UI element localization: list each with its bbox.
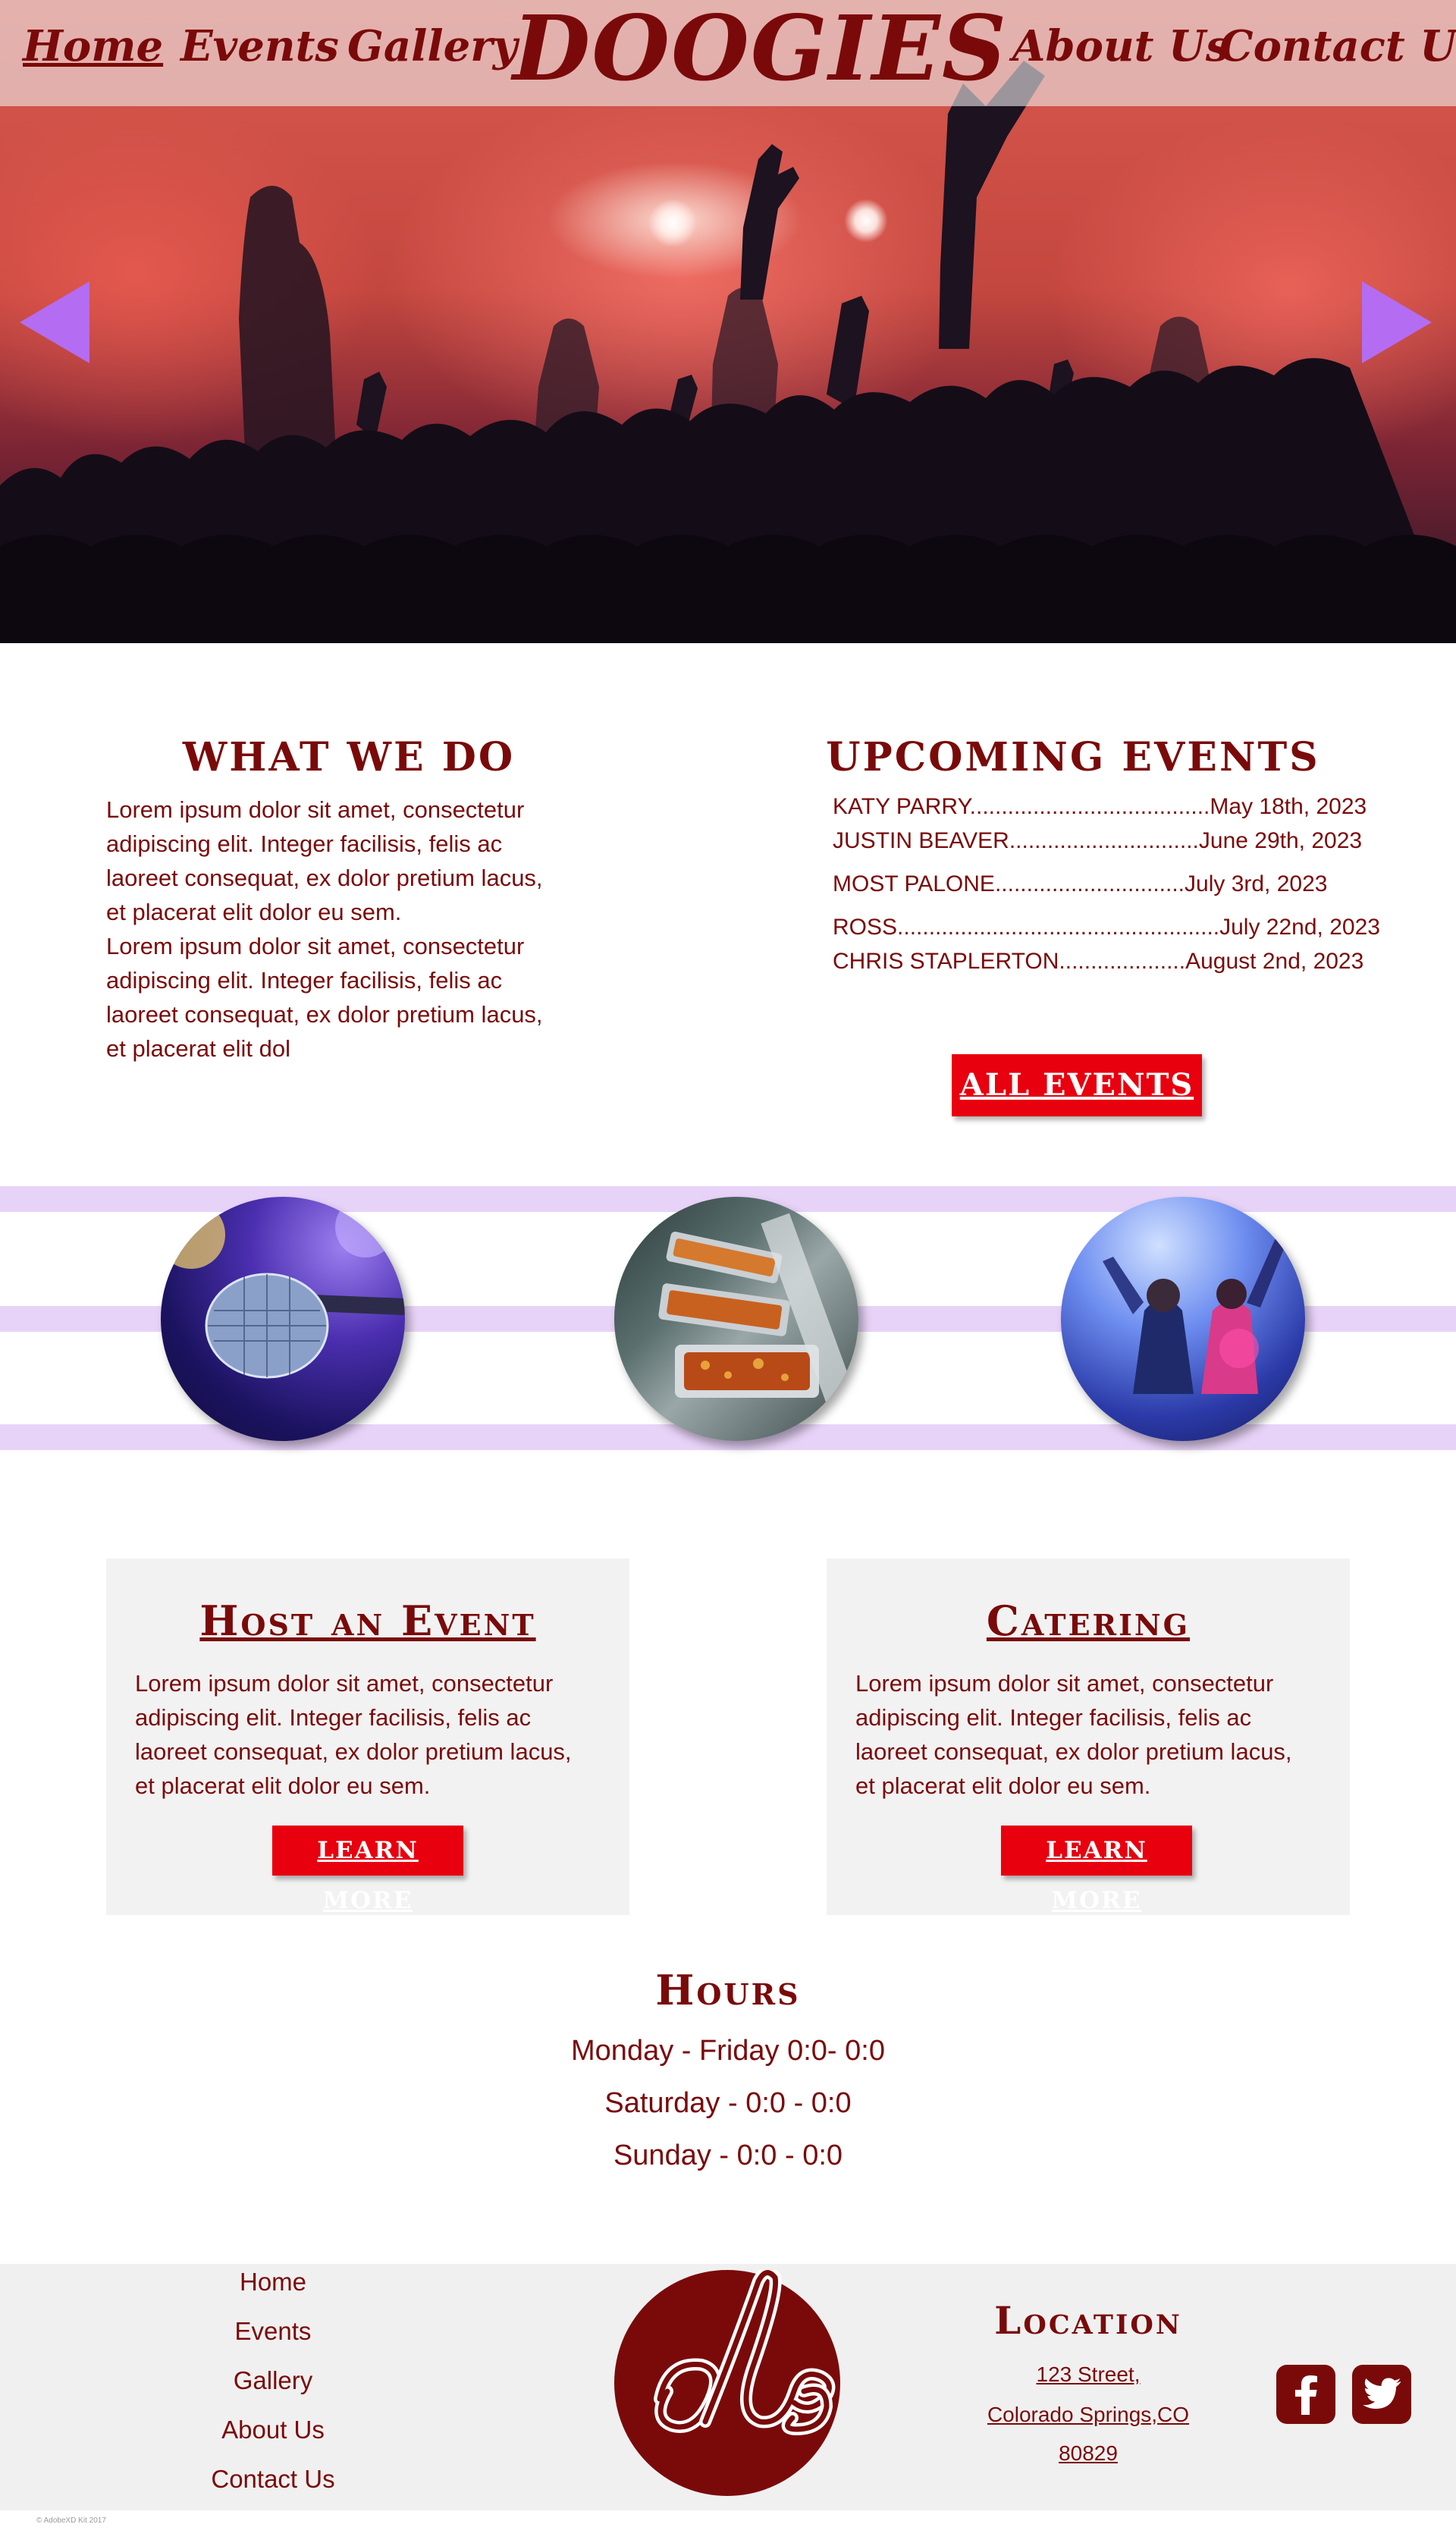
event-row[interactable]: CHRIS STAPLERTON....................Augu… [833,949,1363,975]
dancing-crowd-photo[interactable] [1061,1197,1305,1441]
twitter-icon[interactable] [1352,2365,1411,2424]
doogies-monogram-logo-icon[interactable] [614,2266,840,2496]
event-date: May 18th, 2023 [1210,794,1367,819]
host-event-text: Lorem ipsum dolor sit amet, consectetur … [135,1666,613,1803]
host-event-card: Host an Event Lorem ipsum dolor sit amet… [106,1559,629,1915]
site-logo[interactable]: DOOGIES [513,0,1008,101]
catering-buffet-photo[interactable] [614,1197,858,1441]
catering-learn-more-button[interactable]: LEARN MORE [1001,1826,1192,1914]
what-we-do-heading: WHAT WE DO [182,734,516,780]
text-line: et placerat elit dolor eu sem. [855,1772,1151,1799]
text-line: Lorem ipsum dolor sit amet, consectetur [135,1670,554,1697]
nav-events[interactable]: Events [180,21,339,71]
text-line: et placerat elit dol [106,1035,290,1062]
facebook-glyph [1295,2375,1317,2415]
footer-link-about[interactable]: About Us [121,2416,425,2444]
host-learn-more-button[interactable]: LEARN MORE [272,1826,463,1914]
host-event-heading[interactable]: Host an Event [106,1596,629,1645]
text-line: adipiscing elit. Integer facilisis, feli… [106,967,503,994]
footer-link-events[interactable]: Events [121,2317,425,2346]
hours-line: Saturday - 0:0 - 0:0 [604,2087,852,2119]
catering-heading[interactable]: Catering [827,1596,1350,1645]
what-we-do-text: Lorem ipsum dolor sit amet, consectetur … [106,793,622,1066]
footer-link-home[interactable]: Home [121,2268,425,2297]
text-line: laoreet consequat, ex dolor pretium lacu… [106,865,543,891]
text-line: laoreet consequat, ex dolor pretium lacu… [855,1738,1292,1765]
event-row[interactable]: JUSTIN BEAVER...........................… [833,828,1362,854]
hours-line: Sunday - 0:0 - 0:0 [613,2140,843,2171]
address-line[interactable]: 80829 [933,2441,1244,2466]
upcoming-events-heading: UPCOMING EVENTS [826,734,1320,780]
event-row[interactable]: MOST PALONE.............................… [833,871,1327,897]
hours-heading: Hours [655,1966,801,2014]
event-row[interactable]: ROSS....................................… [833,915,1380,940]
leader-dots: .................... [1059,949,1186,974]
text-line: adipiscing elit. Integer facilisis, feli… [135,1704,532,1731]
nav-contact[interactable]: Contact Us [1219,21,1456,71]
catering-text: Lorem ipsum dolor sit amet, consectetur … [855,1666,1333,1803]
event-date: June 29th, 2023 [1198,828,1363,853]
carousel-prev-arrow-icon[interactable] [20,281,89,363]
leader-dots: ........................................… [897,915,1220,940]
microphone-photo[interactable] [161,1197,405,1441]
leader-dots: ...................................... [969,794,1210,819]
top-navigation: Home Events Gallery DOOGIES About Us Con… [0,0,1456,106]
event-date: August 2nd, 2023 [1185,949,1364,974]
text-line: adipiscing elit. Integer facilisis, feli… [106,830,503,857]
event-name: JUSTIN BEAVER [833,828,1009,853]
dancers-icon [1103,1235,1288,1394]
twitter-glyph [1363,2378,1401,2409]
event-row[interactable]: KATY PARRY..............................… [833,794,1367,820]
event-name: CHRIS STAPLERTON [833,949,1059,974]
monogram-script [654,2266,836,2436]
carousel-next-arrow-icon[interactable] [1362,281,1432,363]
event-name: ROSS [833,915,898,940]
buffet-trays-icon [658,1213,858,1430]
copyright-text: © AdobeXD Kit 2017 [36,2516,106,2525]
event-name: KATY PARRY [833,794,970,819]
address-line[interactable]: 123 Street, [933,2362,1244,2387]
nav-home[interactable]: Home [23,21,163,71]
hours-line: Monday - Friday 0:0- 0:0 [571,2035,885,2067]
facebook-icon[interactable] [1276,2365,1335,2424]
event-date: July 22nd, 2023 [1219,915,1380,940]
text-line: Lorem ipsum dolor sit amet, consectetur [106,933,525,959]
text-line: et placerat elit dolor eu sem. [135,1772,431,1799]
text-line: Lorem ipsum dolor sit amet, consectetur [855,1670,1274,1697]
text-line: laoreet consequat, ex dolor pretium lacu… [135,1738,572,1765]
text-line: laoreet consequat, ex dolor pretium lacu… [106,1001,543,1028]
text-line: Lorem ipsum dolor sit amet, consectetur [106,796,525,823]
leader-dots: .............................. [1009,828,1199,853]
address-line[interactable]: Colorado Springs,CO [933,2403,1244,2427]
footer-link-gallery[interactable]: Gallery [121,2366,425,2395]
nav-gallery[interactable]: Gallery [347,21,517,71]
location-heading: Location [994,2298,1182,2343]
nav-about[interactable]: About Us [1012,21,1229,71]
catering-card: Catering Lorem ipsum dolor sit amet, con… [827,1559,1350,1915]
event-name: MOST PALONE [833,871,995,896]
text-line: adipiscing elit. Integer facilisis, feli… [855,1704,1252,1731]
all-events-button[interactable]: ALL EVENTS [952,1054,1202,1116]
leader-dots: .............................. [994,871,1185,896]
footer-link-contact[interactable]: Contact Us [121,2465,425,2494]
event-date: July 3rd, 2023 [1185,871,1328,896]
microphone-icon [161,1197,405,1379]
text-line: et placerat elit dolor eu sem. [106,899,402,925]
